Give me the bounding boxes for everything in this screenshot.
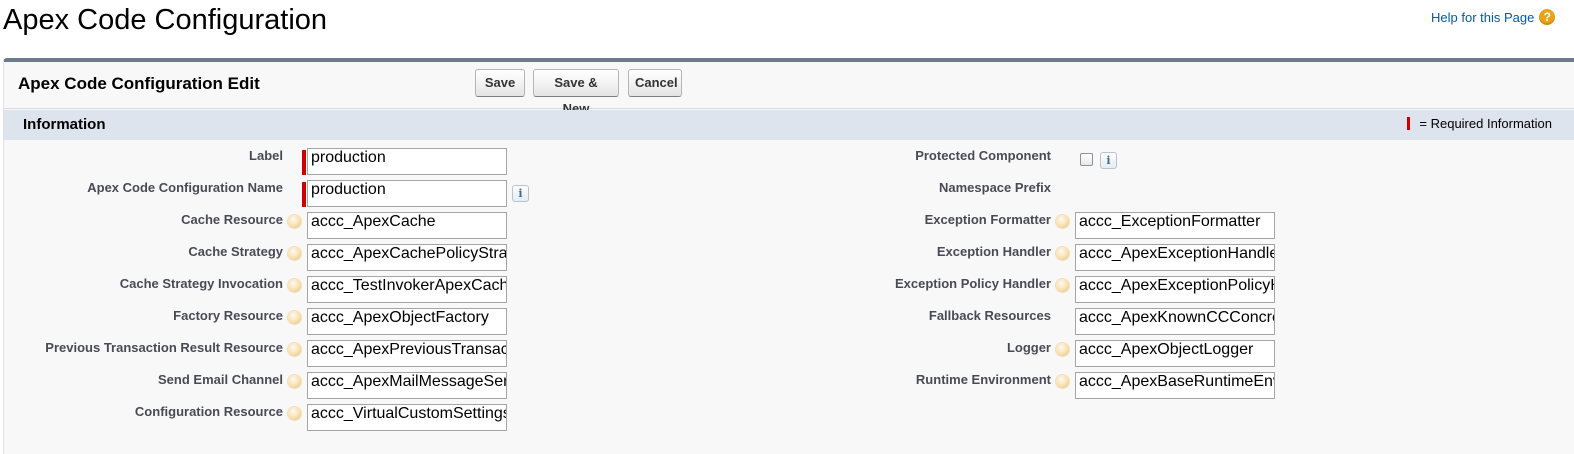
save-and-new-button[interactable]: Save & New (533, 69, 619, 116)
section-title: Information (23, 116, 106, 133)
information-section-header: Information = Required Information (4, 110, 1574, 140)
exception-policy-handler-field[interactable]: accc_ApexExceptionPolicyHandler (1075, 276, 1275, 303)
namespace-prefix-label: Namespace Prefix (938, 180, 1051, 195)
help-for-this-page-link[interactable]: Help for this Page ? (1431, 9, 1556, 25)
help-link-label: Help for this Page (1431, 9, 1535, 25)
save-button[interactable]: Save (475, 69, 525, 97)
help-orb-icon[interactable] (1056, 375, 1069, 388)
logger-label: Logger (1006, 340, 1051, 355)
cancel-button[interactable]: Cancel (628, 69, 682, 97)
info-icon[interactable]: i (1100, 152, 1117, 169)
protected-component-label: Protected Component (915, 148, 1051, 163)
help-orb-icon[interactable] (288, 407, 301, 420)
exception-policy-handler-label: Exception Policy Handler (894, 276, 1051, 291)
configuration-resource-label: Configuration Resource (134, 404, 283, 419)
fallback-resources-field[interactable]: accc_ApexKnownCCConcreteFallback (1075, 308, 1275, 335)
configuration-resource-field[interactable]: accc_VirtualCustomSettings (307, 404, 507, 431)
exception-formatter-field[interactable]: accc_ExceptionFormatter (1075, 212, 1275, 239)
runtime-environment-field[interactable]: accc_ApexBaseRuntimeEnvironment (1075, 372, 1275, 399)
help-question-icon[interactable]: ? (1539, 9, 1556, 25)
exception-handler-label: Exception Handler (936, 244, 1051, 259)
required-legend-text: = Required Information (1419, 116, 1552, 131)
panel-title: Apex Code Configuration Edit (18, 74, 260, 93)
required-legend: = Required Information (1407, 116, 1552, 131)
page-title: Apex Code Configuration (3, 4, 328, 36)
protected-component-checkbox[interactable] (1080, 153, 1093, 166)
help-orb-icon[interactable] (1056, 215, 1069, 228)
help-orb-icon[interactable] (1056, 343, 1069, 356)
required-marker-icon (1407, 117, 1411, 130)
exception-formatter-label: Exception Formatter (924, 212, 1051, 227)
logger-field[interactable]: accc_ApexObjectLogger (1075, 340, 1275, 367)
exception-handler-field[interactable]: accc_ApexExceptionHandler (1075, 244, 1275, 271)
fallback-resources-label: Fallback Resources (928, 308, 1051, 323)
panel-header: Apex Code Configuration Edit Save Save &… (4, 62, 1574, 116)
help-orb-icon[interactable] (1056, 247, 1069, 260)
help-orb-icon[interactable] (1056, 279, 1069, 292)
runtime-environment-label: Runtime Environment (915, 372, 1051, 387)
